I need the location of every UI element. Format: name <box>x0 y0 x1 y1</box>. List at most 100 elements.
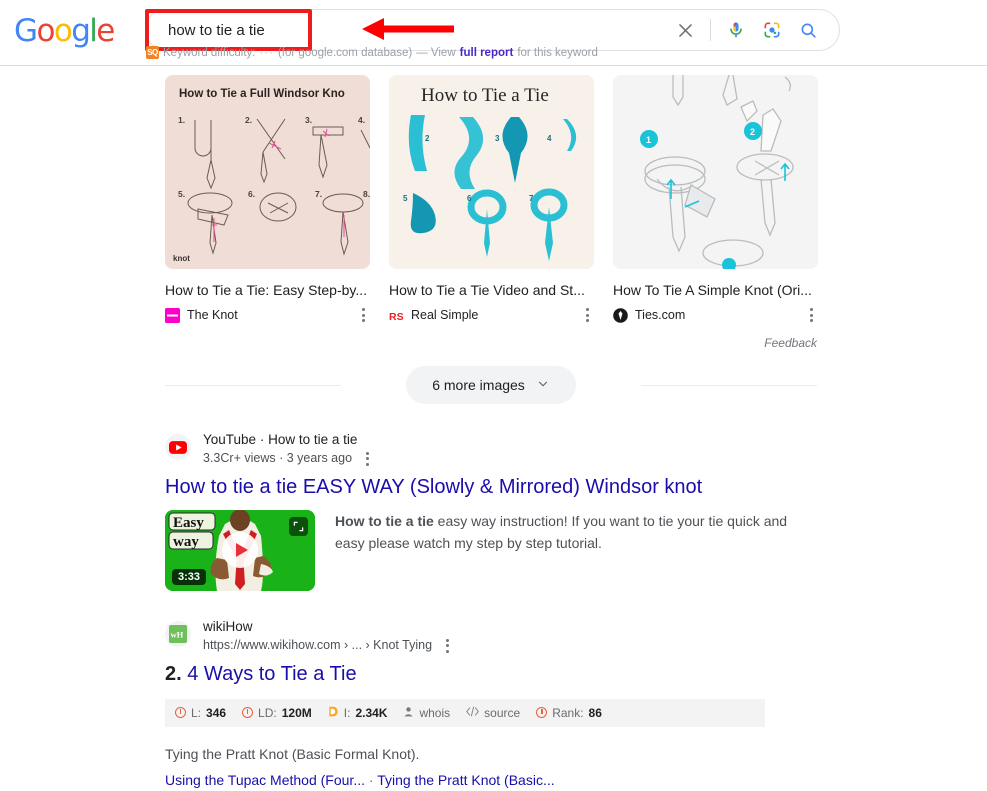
svg-text:wH: wH <box>171 629 184 639</box>
image-thumbnail[interactable]: How to Tie a Full Windsor Kno 1. 2. 3. 4… <box>165 75 370 269</box>
result-options-menu[interactable] <box>361 450 374 468</box>
search-header: Google how to tie a tie SQ Keyword diffi… <box>0 0 987 66</box>
svg-text:2: 2 <box>750 127 755 137</box>
svg-text:7.: 7. <box>315 189 322 199</box>
feedback-row: Feedback <box>165 334 817 352</box>
svg-text:How to Tie a Full Windsor Kno: How to Tie a Full Windsor Kno <box>179 88 345 100</box>
more-images-label: 6 more images <box>432 377 525 393</box>
image-options-menu[interactable] <box>581 306 594 324</box>
clear-icon[interactable] <box>668 13 702 47</box>
video-snippet: How to tie a tie easy way instruction! I… <box>335 510 817 591</box>
image-options-menu[interactable] <box>805 306 818 324</box>
ring-icon <box>242 707 254 719</box>
separator: · <box>259 432 265 447</box>
svg-text:RS: RS <box>389 311 404 323</box>
image-source-name: Ties.com <box>635 308 686 322</box>
search-input[interactable] <box>146 10 668 50</box>
keyword-dash: — View <box>416 46 456 59</box>
svg-text:5.: 5. <box>178 189 185 199</box>
results-column: How to Tie a Full Windsor Kno 1. 2. 3. 4… <box>165 75 818 791</box>
image-result-card[interactable]: How to Tie a Tie 2 3 4 5 6 7 How to Tie … <box>389 75 594 324</box>
svg-text:knot: knot <box>173 254 190 263</box>
play-icon[interactable] <box>222 532 258 569</box>
video-thumbnail[interactable]: Easy way 3:33 <box>165 509 315 591</box>
image-thumbnail[interactable]: 1 2 <box>613 75 818 269</box>
image-title[interactable]: How To Tie A Simple Knot (Ori... <box>613 281 818 299</box>
video-site-name: YouTube <box>203 432 257 447</box>
video-result-title[interactable]: How to tie a tie EASY WAY (Slowly & Mirr… <box>165 474 817 500</box>
voice-search-icon[interactable] <box>719 13 753 47</box>
seo-metric-index[interactable]: I: 2.34K <box>328 705 388 720</box>
image-source-name: Real Simple <box>411 308 479 322</box>
svg-text:2.: 2. <box>245 115 252 125</box>
divider <box>710 19 711 41</box>
video-duration-badge: 3:33 <box>172 568 207 585</box>
seo-metric-links[interactable]: L: 346 <box>175 706 226 720</box>
search-icon[interactable] <box>791 13 825 47</box>
seo-metric-value: 2.34K <box>355 705 388 720</box>
code-icon <box>466 706 480 720</box>
chevron-down-icon <box>536 377 550 394</box>
full-report-link[interactable]: full report <box>460 47 514 59</box>
result-title-text[interactable]: 4 Ways to Tie a Tie <box>187 663 356 685</box>
seo-metric-value: 86 <box>588 705 602 720</box>
svg-text:3.: 3. <box>305 115 312 125</box>
keyword-difficulty-label: Keyword difficulty: <box>163 46 256 59</box>
seo-metric-rank[interactable]: Rank: 86 <box>536 706 602 720</box>
seo-metrics-bar: L: 346 LD: 120M I: 2.34K whois source Ra… <box>165 698 765 727</box>
search-actions <box>668 13 839 47</box>
svg-text:6.: 6. <box>248 189 255 199</box>
image-title[interactable]: How to Tie a Tie Video and St... <box>389 281 594 299</box>
organic-result-header: wH wikiHow https://www.wikihow.com › ...… <box>165 619 817 655</box>
more-images-button[interactable]: 6 more images <box>406 366 576 404</box>
results-area: How to Tie a Full Windsor Kno 1. 2. 3. 4… <box>0 67 987 791</box>
expand-icon[interactable] <box>289 516 308 536</box>
svg-text:1.: 1. <box>178 115 185 125</box>
image-source-row: RS Real Simple <box>389 306 594 324</box>
svg-text:1: 1 <box>646 135 651 145</box>
image-title[interactable]: How to Tie a Tie: Easy Step-by... <box>165 281 370 299</box>
sitelink[interactable]: Using the Tupac Method (Four... <box>165 772 365 788</box>
result-url-line: https://www.wikihow.com › ... › Knot Tyi… <box>203 637 454 655</box>
seo-metric-whois[interactable]: whois <box>403 706 450 720</box>
result-site-name: wikiHow <box>203 618 253 634</box>
search-box[interactable] <box>145 9 840 51</box>
feedback-link[interactable]: Feedback <box>764 336 817 350</box>
google-lens-icon[interactable] <box>755 13 789 47</box>
snippet-highlight: How to tie a tie <box>335 512 434 529</box>
svg-text:6: 6 <box>467 194 472 203</box>
result-options-menu[interactable] <box>441 637 454 655</box>
organic-result: wH wikiHow https://www.wikihow.com › ...… <box>165 619 817 791</box>
image-result-card[interactable]: How to Tie a Full Windsor Kno 1. 2. 3. 4… <box>165 75 370 324</box>
svg-text:4: 4 <box>547 134 552 143</box>
seo-metric-value: 120M <box>281 705 312 720</box>
image-thumbnail[interactable]: How to Tie a Tie 2 3 4 5 6 7 <box>389 75 594 269</box>
youtube-icon <box>165 434 191 460</box>
seo-metric-label: whois <box>419 705 451 720</box>
result-snippet: Tying the Pratt Knot (Basic Formal Knot)… <box>165 745 420 762</box>
video-meta-line: 3.3Cr+ views · 3 years ago <box>203 450 374 468</box>
result-sitelinks: Using the Tupac Method (Four... · Tying … <box>165 769 817 791</box>
image-source-row: Ties.com <box>613 306 818 324</box>
ring-icon <box>175 707 186 719</box>
more-images-row: 6 more images <box>165 366 817 404</box>
seo-metric-source[interactable]: source <box>466 706 520 720</box>
seo-metric-linking-domains[interactable]: LD: 120M <box>242 706 312 720</box>
image-result-card[interactable]: 1 2 How To Tie A Simple Knot (Ori... Tie… <box>613 75 818 324</box>
seo-metric-label: L: <box>191 705 202 720</box>
image-source-row: The Knot <box>165 306 370 324</box>
majestic-icon <box>328 706 339 720</box>
logo-letter-o1: o <box>36 13 55 49</box>
google-logo[interactable]: Google <box>14 13 115 49</box>
video-meta: 3.3Cr+ views · 3 years ago <box>203 451 353 466</box>
seo-metric-label: I: <box>343 705 351 720</box>
svg-text:8.: 8. <box>363 189 370 199</box>
keyword-difficulty-bar: SQ Keyword difficulty: ··· (for google.c… <box>146 46 598 59</box>
keyword-database: (for google.com database) <box>277 46 413 59</box>
wikihow-icon: wH <box>165 620 191 647</box>
video-source-info: YouTube · How to tie a tie 3.3Cr+ views … <box>203 432 374 468</box>
image-options-menu[interactable] <box>357 306 370 324</box>
organic-result-title[interactable]: 2. 4 Ways to Tie a Tie <box>165 661 817 687</box>
sitelink[interactable]: Tying the Pratt Knot (Basic... <box>377 772 554 788</box>
seo-metric-label: LD: <box>258 705 277 720</box>
